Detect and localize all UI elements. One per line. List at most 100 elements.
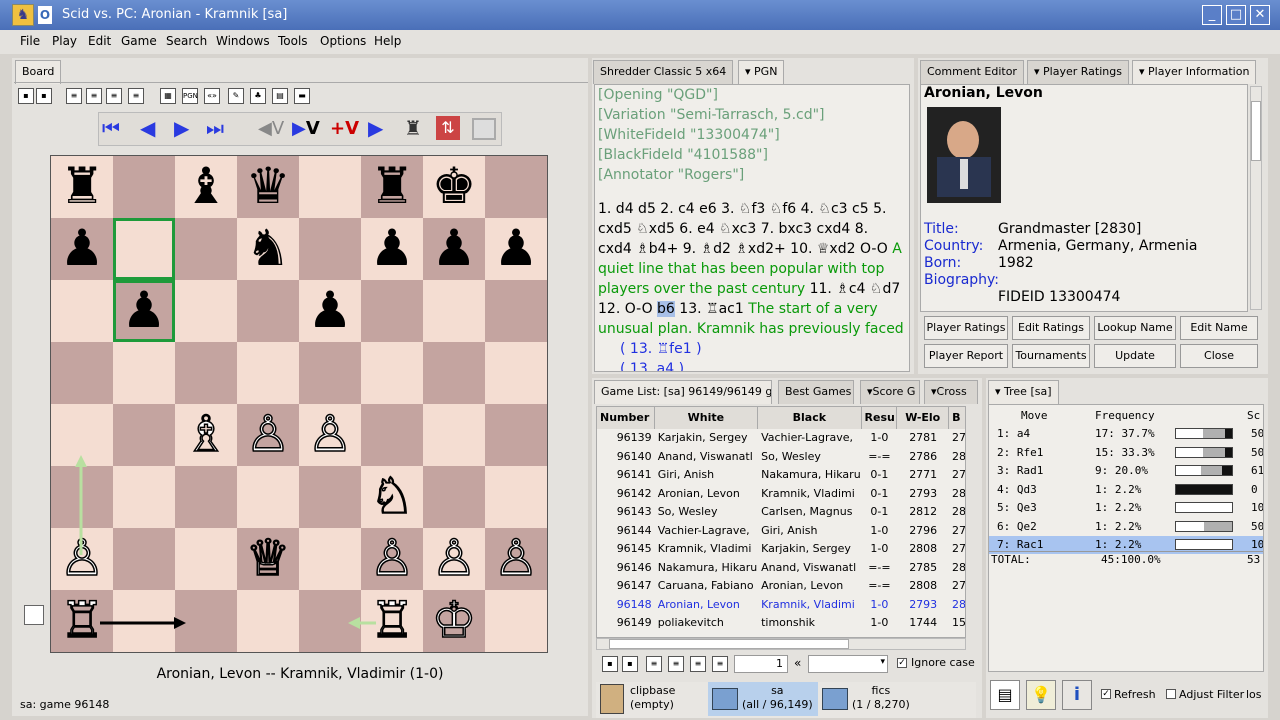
board-square[interactable] <box>113 466 175 528</box>
white-piece[interactable]: ♖ <box>369 590 415 650</box>
gl-list-up-icon[interactable]: ≡ <box>668 656 684 672</box>
gl-page-input[interactable]: 1 <box>734 655 788 673</box>
delete-icon[interactable]: ▪ <box>36 88 52 104</box>
add-variation-icon[interactable]: +V <box>330 118 359 139</box>
board-square[interactable] <box>237 590 299 652</box>
grid-icon[interactable]: ▤ <box>272 88 288 104</box>
board-square[interactable] <box>423 404 485 466</box>
gamelist-hscrollbar[interactable] <box>596 638 966 650</box>
gl-list-down-icon[interactable]: ≡ <box>690 656 706 672</box>
board-square[interactable]: ♙ <box>361 528 423 590</box>
black-piece[interactable]: ♟ <box>60 219 105 277</box>
board-square[interactable]: ♙ <box>51 528 113 590</box>
board-square[interactable] <box>485 342 547 404</box>
white-piece[interactable]: ♙ <box>369 528 415 588</box>
black-piece[interactable]: ♟ <box>122 281 167 339</box>
black-piece[interactable]: ♟ <box>432 219 477 277</box>
board-square[interactable] <box>423 342 485 404</box>
table-row[interactable]: 96139 Karjakin, Sergey Vachier-Lagrave, 1-0… <box>597 429 965 448</box>
tree-row[interactable]: 2: Rfe1 15: 33.3% 50 <box>989 444 1263 462</box>
pgn-variation-2[interactable]: ( 13. a4 ) <box>598 359 906 371</box>
board-square[interactable] <box>299 342 361 404</box>
board-square[interactable] <box>361 404 423 466</box>
board-square[interactable] <box>51 342 113 404</box>
board-square[interactable]: ♗ <box>175 404 237 466</box>
table-row[interactable]: 96147 Caruana, Fabiano Aronian, Levon =-= 28… <box>597 577 965 596</box>
board-square[interactable]: ♜ <box>51 156 113 218</box>
board-square[interactable] <box>113 156 175 218</box>
menu-help[interactable]: Help <box>374 34 401 48</box>
gl-search-combo[interactable]: ▾ <box>808 655 888 673</box>
white-piece[interactable]: ♙ <box>307 404 353 464</box>
board-square[interactable] <box>299 528 361 590</box>
board-square[interactable]: ♟ <box>299 280 361 342</box>
table-row[interactable]: 96146 Nakamura, Hikaru Anand, Viswanatl =-=… <box>597 559 965 578</box>
board-square[interactable] <box>175 280 237 342</box>
edit-ratings-button[interactable]: Edit Ratings <box>1012 316 1090 340</box>
white-piece[interactable]: ♘ <box>369 466 415 526</box>
tab-board[interactable]: Board <box>15 60 62 84</box>
tree-row[interactable]: 3: Rad1 9: 20.0% 61 <box>989 462 1263 480</box>
board-square[interactable]: ♜ <box>361 156 423 218</box>
tab-player-ratings[interactable]: ▾ Player Ratings <box>1027 60 1129 84</box>
wand-icon[interactable]: ✎ <box>228 88 244 104</box>
go-end-icon[interactable]: ⏭ <box>206 116 224 140</box>
base-clipbase[interactable]: clipbase (empty) <box>630 684 675 712</box>
board-square[interactable] <box>51 466 113 528</box>
table-row[interactable]: 96149 poliakevitch timonshik 1-0 1744 15 <box>597 614 965 633</box>
pgn-current-move[interactable]: b6 <box>657 301 675 317</box>
close-button[interactable]: Close <box>1180 344 1258 368</box>
board-square[interactable] <box>485 466 547 528</box>
board-square[interactable] <box>237 342 299 404</box>
board-square[interactable] <box>485 590 547 652</box>
board-square[interactable] <box>113 218 175 280</box>
white-piece[interactable]: ♖ <box>59 590 105 650</box>
menu-edit[interactable]: Edit <box>88 34 111 48</box>
menu-windows[interactable]: Windows <box>216 34 270 48</box>
refresh-checkbox[interactable]: ✓ <box>1101 689 1111 699</box>
table-row[interactable]: 96141 Giri, Anish Nakamura, Hikaru 0-1 2771 2… <box>597 466 965 485</box>
board-square[interactable] <box>299 466 361 528</box>
pgn-variation-1[interactable]: ( 13. ♖fe1 ) <box>598 339 906 359</box>
black-piece[interactable]: ♛ <box>246 157 291 215</box>
base-fics[interactable]: fics (1 / 8,270) <box>852 684 910 712</box>
tab-pgn[interactable]: ▾ PGN <box>738 60 785 84</box>
tree-row[interactable]: 4: Qd3 1: 2.2% 0 <box>989 481 1263 499</box>
table-row[interactable]: 96144 Vachier-Lagrave, Giri, Anish 1-0 2796 2… <box>597 522 965 541</box>
board-square[interactable]: ♕ <box>237 528 299 590</box>
board-square[interactable]: ♟ <box>361 218 423 280</box>
pgn-text[interactable]: [Opening "QGD"] [Variation "Semi-Tarrasc… <box>594 84 910 372</box>
player-ratings-button[interactable]: Player Ratings <box>924 316 1008 340</box>
white-piece[interactable]: ♔ <box>431 590 477 650</box>
ignore-case-checkbox[interactable]: ✓ <box>897 658 907 668</box>
list-icon[interactable]: ≡ <box>66 88 82 104</box>
tab-game-list[interactable]: Game List: [sa] 96149/96149 g <box>594 380 772 404</box>
board-square[interactable] <box>113 590 175 652</box>
board-square[interactable]: ♖ <box>361 590 423 652</box>
white-piece[interactable]: ♕ <box>245 528 291 588</box>
tab-tree[interactable]: ▾ Tree [sa] <box>988 380 1059 404</box>
board-square[interactable] <box>485 404 547 466</box>
board-square[interactable] <box>423 280 485 342</box>
board-square[interactable]: ♟ <box>51 218 113 280</box>
player-scrollbar[interactable] <box>1250 86 1262 310</box>
tab-best-games[interactable]: Best Games <box>778 380 854 404</box>
board-square[interactable] <box>175 528 237 590</box>
training-icon[interactable]: ♜ <box>404 116 422 140</box>
gamelist-table[interactable]: Number White Black Resu W-Elo B 96139 Kar… <box>596 406 966 638</box>
tab-comment-editor[interactable]: Comment Editor <box>920 60 1024 84</box>
col-white[interactable]: White <box>655 407 759 429</box>
board-square[interactable] <box>237 466 299 528</box>
black-piece[interactable]: ♞ <box>246 219 291 277</box>
white-piece[interactable]: ♙ <box>59 528 105 588</box>
board-square[interactable] <box>361 342 423 404</box>
folder-icon[interactable] <box>822 688 848 710</box>
white-piece[interactable]: ♙ <box>245 404 291 464</box>
table-row[interactable]: 96143 So, Wesley Carlsen, Magnus 0-1 2812 28 <box>597 503 965 522</box>
board-square[interactable]: ♙ <box>299 404 361 466</box>
adjust-filter-checkbox[interactable] <box>1166 689 1176 699</box>
board-square[interactable] <box>113 342 175 404</box>
gl-list-edit-icon[interactable]: ≡ <box>712 656 728 672</box>
pgn-icon[interactable]: PGN <box>182 88 198 104</box>
list-edit-icon[interactable]: ≡ <box>128 88 144 104</box>
